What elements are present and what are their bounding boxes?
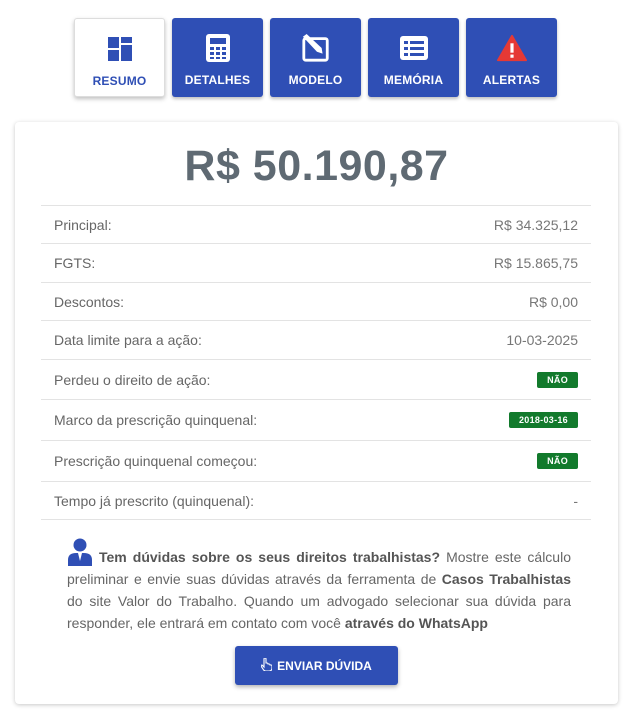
edit-icon	[301, 33, 331, 63]
tab-label: MODELO	[288, 73, 343, 87]
row-tempo-prescrito: Tempo já prescrito (quinquenal): -	[41, 481, 591, 520]
tab-detalhes[interactable]: DETALHES	[172, 18, 263, 97]
tab-bar: RESUMO DETALHES MODELO MEMÓRIA ALERTAS	[74, 18, 557, 97]
summary-card: R$ 50.190,87 Principal: R$ 34.325,12 FGT…	[15, 122, 618, 704]
row-prescricao-comecou: Prescrição quinquenal começou: NÃO	[41, 440, 591, 481]
row-descontos: Descontos: R$ 0,00	[41, 282, 591, 320]
tab-label: MEMÓRIA	[383, 73, 444, 87]
tab-label: DETALHES	[184, 73, 251, 87]
dashboard-icon	[105, 34, 135, 64]
summary-table: Principal: R$ 34.325,12 FGTS: R$ 15.865,…	[41, 205, 591, 520]
row-label: Marco da prescrição quinquenal:	[54, 412, 258, 428]
hand-pointer-icon	[260, 656, 273, 674]
date-badge: 2018-03-16	[508, 412, 578, 428]
row-label: Perdeu o direito de ação:	[54, 371, 211, 388]
tab-label: RESUMO	[92, 74, 147, 88]
tab-label: ALERTAS	[482, 73, 541, 87]
row-marco-prescricao: Marco da prescrição quinquenal: 2018-03-…	[41, 399, 591, 440]
row-value: 10-03-2025	[506, 332, 578, 348]
help-question: Tem dúvidas sobre os seus direitos traba…	[99, 549, 441, 565]
row-value: R$ 0,00	[528, 293, 578, 310]
status-badge: NÃO	[537, 371, 578, 388]
tab-memoria[interactable]: MEMÓRIA	[368, 18, 459, 97]
whatsapp-text: através do WhatsApp	[344, 615, 488, 631]
casos-trabalhistas-link[interactable]: Casos Trabalhistas	[442, 571, 571, 587]
warning-icon	[496, 33, 527, 63]
tab-alertas[interactable]: ALERTAS	[466, 18, 557, 97]
row-fgts: FGTS: R$ 15.865,75	[41, 243, 591, 282]
list-icon	[399, 33, 429, 63]
row-principal: Principal: R$ 34.325,12	[41, 205, 591, 243]
row-perdeu-direito: Perdeu o direito de ação: NÃO	[41, 359, 591, 399]
status-badge: NÃO	[537, 453, 578, 469]
row-label: Principal:	[54, 216, 112, 233]
row-label: Descontos:	[54, 293, 125, 310]
row-label: FGTS:	[54, 255, 96, 271]
row-data-limite: Data limite para a ação: 10-03-2025	[41, 320, 591, 359]
tab-resumo[interactable]: RESUMO	[74, 18, 165, 97]
row-label: Tempo já prescrito (quinquenal):	[54, 492, 254, 509]
help-text: Tem dúvidas sobre os seus direitos traba…	[67, 538, 571, 634]
person-icon	[67, 538, 93, 566]
calculator-icon	[203, 33, 233, 63]
send-question-button[interactable]: ENVIAR DÚVIDA	[235, 646, 398, 685]
total-amount: R$ 50.190,87	[184, 142, 449, 190]
tab-modelo[interactable]: MODELO	[270, 18, 361, 97]
help-text-part: do site Valor do Trabalho. Quando um adv…	[67, 593, 571, 631]
row-value: R$ 34.325,12	[493, 216, 578, 233]
row-label: Data limite para a ação:	[54, 332, 202, 348]
row-value: -	[573, 492, 578, 509]
row-label: Prescrição quinquenal começou:	[54, 453, 258, 469]
button-label: ENVIAR DÚVIDA	[277, 658, 372, 673]
row-value: R$ 15.865,75	[493, 255, 578, 271]
